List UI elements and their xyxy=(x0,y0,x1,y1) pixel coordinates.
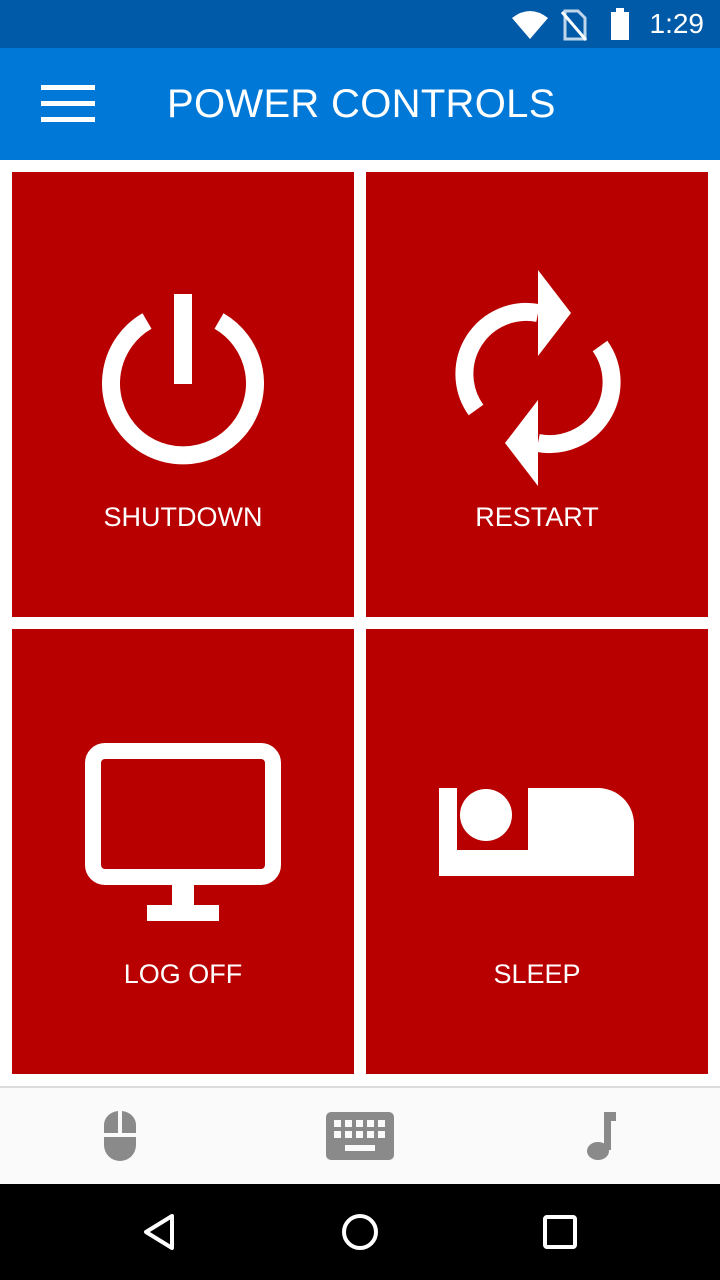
mouse-icon xyxy=(103,1111,137,1161)
shutdown-label: SHUTDOWN xyxy=(103,502,263,532)
page-title: POWER CONTROLS xyxy=(167,82,556,126)
home-icon xyxy=(342,1214,378,1250)
menu-button[interactable] xyxy=(28,68,108,140)
hamburger-menu-icon xyxy=(41,85,95,122)
keyboard-tab[interactable] xyxy=(240,1088,480,1184)
music-note-icon xyxy=(587,1112,616,1160)
battery-icon xyxy=(611,8,629,40)
shutdown-tile[interactable]: SHUTDOWN xyxy=(12,172,354,617)
no-sim-icon xyxy=(561,9,587,41)
status-bar: 1:29 xyxy=(0,0,720,48)
mouse-tab[interactable] xyxy=(0,1088,240,1184)
bed-icon xyxy=(439,788,634,876)
sleep-label: SLEEP xyxy=(493,959,581,989)
monitor-icon xyxy=(85,743,281,921)
back-button[interactable] xyxy=(100,1184,220,1280)
keyboard-icon xyxy=(326,1112,394,1160)
back-icon xyxy=(144,1214,174,1250)
restart-label: RESTART xyxy=(475,502,599,532)
music-tab[interactable] xyxy=(480,1088,720,1184)
log-off-label: LOG OFF xyxy=(123,959,243,989)
sleep-tile[interactable]: SLEEP xyxy=(366,629,708,1074)
system-nav-bar xyxy=(0,1184,720,1280)
power-controls-grid: SHUTDOWN RESTART LOG OFF SLEEP xyxy=(0,160,720,1086)
app-bar: POWER CONTROLS xyxy=(0,48,720,160)
status-time: 1:29 xyxy=(649,8,705,39)
recents-button[interactable] xyxy=(500,1184,620,1280)
recents-icon xyxy=(543,1215,577,1249)
bottom-nav xyxy=(0,1086,720,1184)
log-off-tile[interactable]: LOG OFF xyxy=(12,629,354,1074)
home-button[interactable] xyxy=(300,1184,420,1280)
power-icon xyxy=(102,294,264,465)
refresh-icon xyxy=(455,270,621,486)
restart-tile[interactable]: RESTART xyxy=(366,172,708,617)
wifi-icon xyxy=(512,11,548,39)
